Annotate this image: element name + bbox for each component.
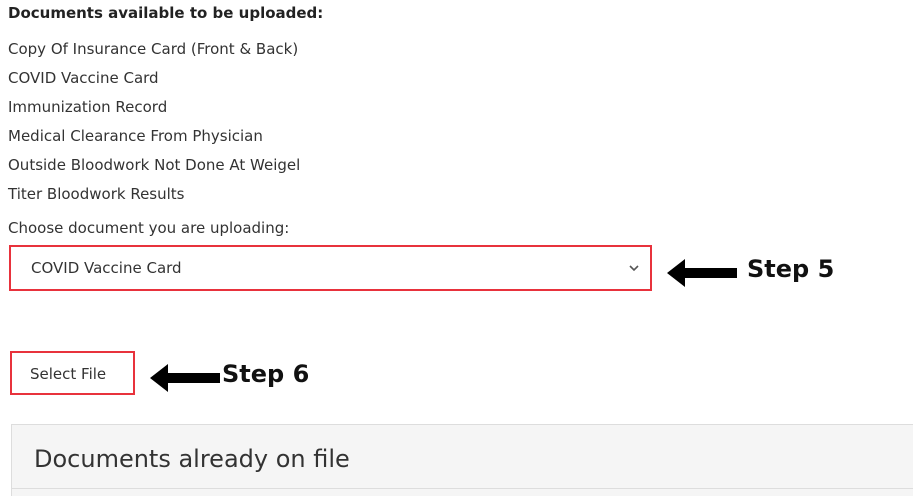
step5-arrow-icon — [667, 259, 737, 287]
select-file-label: Select File — [30, 365, 107, 383]
documents-on-file-panel: Documents already on file — [11, 424, 913, 496]
step6-arrow-icon — [150, 364, 220, 392]
list-item: Copy Of Insurance Card (Front & Back) — [8, 40, 299, 58]
available-documents-heading: Documents available to be uploaded: — [8, 4, 324, 22]
list-item: Titer Bloodwork Results — [8, 185, 185, 203]
document-type-select[interactable]: COVID Vaccine Card — [9, 245, 652, 291]
available-documents-list: Copy Of Insurance Card (Front & Back) CO… — [8, 35, 300, 209]
chevron-down-icon — [629, 265, 639, 272]
select-file-button[interactable]: Select File — [10, 351, 135, 395]
panel-divider — [12, 488, 913, 489]
step6-label: Step 6 — [222, 360, 310, 388]
list-item: Medical Clearance From Physician — [8, 127, 263, 145]
list-item: COVID Vaccine Card — [8, 69, 159, 87]
list-item: Outside Bloodwork Not Done At Weigel — [8, 156, 301, 174]
document-type-label: Choose document you are uploading: — [8, 219, 290, 237]
list-item: Immunization Record — [8, 98, 168, 116]
selected-document-value: COVID Vaccine Card — [31, 259, 182, 277]
step5-label: Step 5 — [747, 255, 835, 283]
panel-title: Documents already on file — [34, 445, 350, 473]
